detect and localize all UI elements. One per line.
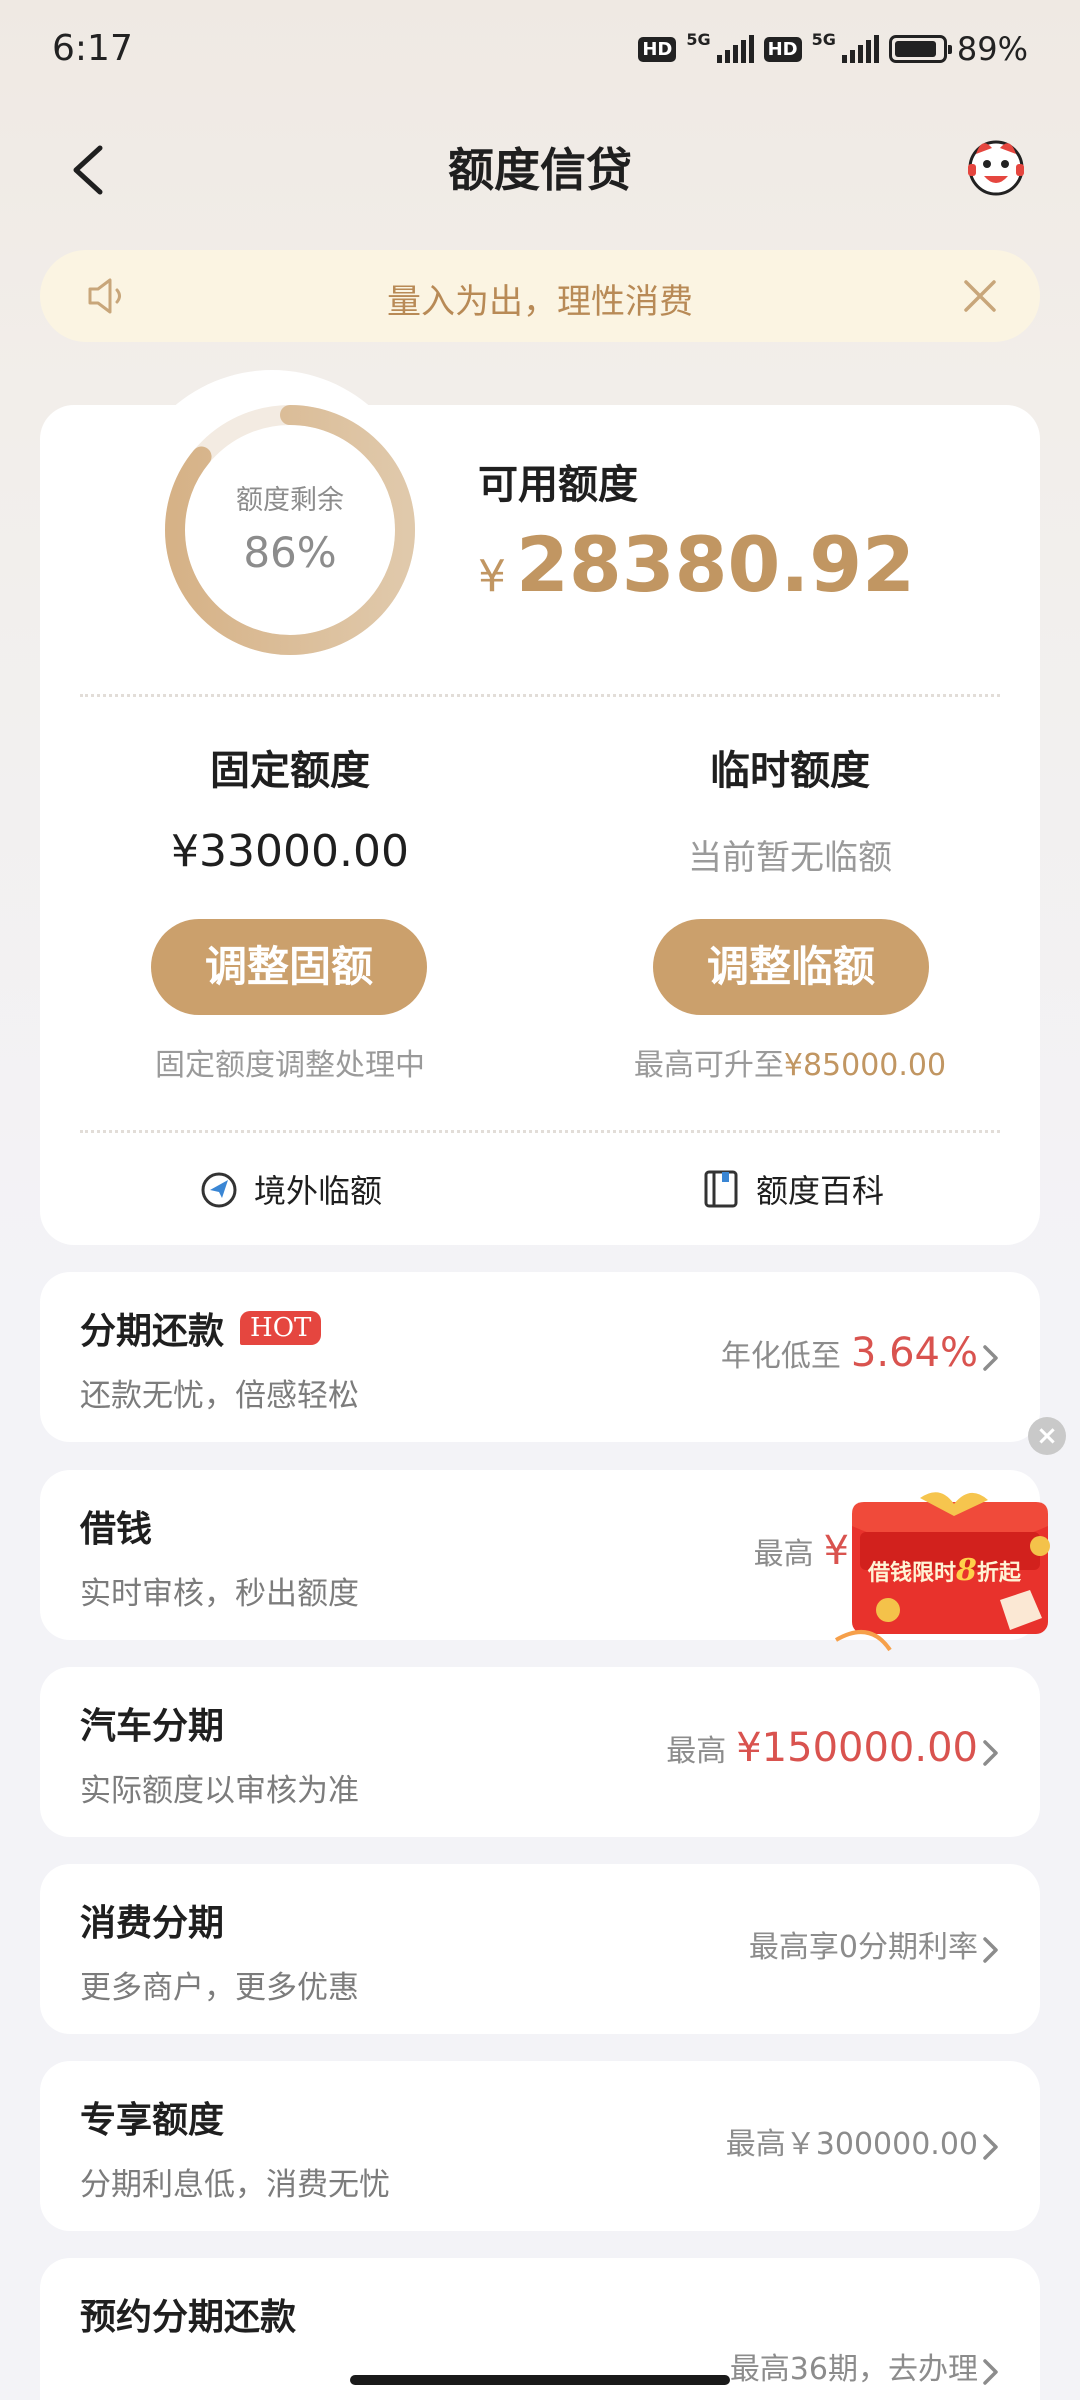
currency-symbol: ¥ — [478, 551, 506, 602]
hd-icon: HD — [638, 36, 677, 62]
status-time: 6:17 — [52, 28, 133, 69]
list-item-consumer-installment[interactable]: 消费分期 更多商户，更多优惠 最高享0分期利率 — [40, 1864, 1040, 2034]
close-icon[interactable] — [958, 274, 1002, 318]
available-credit-amount: ¥ 28380.92 — [478, 520, 915, 609]
divider — [80, 694, 1000, 697]
promo-text-a: 借钱限时 — [868, 1560, 957, 1586]
overseas-credit-link[interactable]: 境外临额 — [198, 1166, 382, 1212]
list-item-subtitle: 更多商户，更多优惠 — [80, 1970, 359, 2006]
detail-prefix: 最高享0分期利率 — [748, 1930, 978, 1965]
list-item-installment-repay[interactable]: 分期还款 HOT 还款无忧，倍感轻松 年化低至 3.64% — [40, 1272, 1040, 1442]
ring-label: 额度剩余 — [236, 485, 344, 516]
plane-globe-icon — [201, 1172, 237, 1208]
list-item-title: 消费分期 — [80, 1903, 225, 1944]
list-item-title: 专享额度 — [80, 2100, 225, 2141]
home-indicator[interactable] — [350, 2375, 730, 2385]
credit-wiki-link[interactable]: 额度百科 — [700, 1166, 884, 1212]
page-title: 额度信贷 — [448, 143, 632, 197]
temp-credit-note: 最高可升至¥85000.00 — [580, 1040, 1000, 1084]
promo-discount: 8 — [956, 1553, 977, 1588]
overseas-credit-label: 境外临额 — [254, 1172, 383, 1210]
chevron-right-icon — [983, 2359, 998, 2385]
temp-note-amount: ¥85000.00 — [783, 1048, 947, 1083]
5g-label: 5G — [686, 29, 711, 49]
list-item-subtitle: 分期利息低，消费无忧 — [80, 2167, 390, 2203]
detail-value: 3.64% — [850, 1330, 978, 1376]
promo-text: 借钱限时8折起 — [868, 1553, 1048, 1588]
chevron-right-icon — [983, 1740, 998, 1766]
status-bar: 6:17 HD 5G HD 5G 89% — [0, 0, 1080, 100]
fixed-credit-note: 固定额度调整处理中 — [155, 1048, 425, 1083]
list-item-car-installment[interactable]: 汽车分期 实际额度以审核为准 最高 ¥150000.00 — [40, 1667, 1040, 1837]
list-item-detail: 最高36期，去办理 — [730, 2344, 978, 2388]
list-item-detail: 年化低至 3.64% — [721, 1330, 978, 1376]
adjust-fixed-button[interactable]: 调整固额 — [151, 919, 427, 1015]
list-item-title: 汽车分期 — [80, 1706, 225, 1747]
ring-percent: 86% — [243, 528, 337, 577]
temp-credit-title: 临时额度 — [710, 748, 870, 794]
available-credit-label: 可用额度 — [478, 462, 638, 508]
detail-prefix: 最高36期，去办理 — [729, 2352, 978, 2387]
promo-close-button[interactable]: × — [1028, 1417, 1066, 1455]
list-item-title: 分期还款 HOT — [80, 1302, 322, 1354]
list-item-subtitle: 还款无忧，倍感轻松 — [80, 1378, 359, 1414]
5g-label: 5G — [811, 29, 836, 49]
list-item-detail: 最高 ¥150000.00 — [666, 1725, 978, 1771]
credit-wiki-label: 额度百科 — [756, 1172, 885, 1210]
battery-percent: 89% — [956, 30, 1028, 68]
signal-icon — [716, 35, 754, 63]
temp-note-prefix: 最高可升至 — [633, 1048, 784, 1083]
temp-credit-status: 当前暂无临额 — [688, 838, 892, 878]
list-item-subtitle: 实时审核，秒出额度 — [80, 1576, 359, 1612]
battery-icon — [888, 35, 952, 63]
list-item-detail: 最高享0分期利率 — [749, 1922, 978, 1966]
fixed-credit-amount: ¥33000.00 — [171, 826, 409, 877]
list-item-subtitle: 实际额度以审核为准 — [80, 1773, 359, 1809]
fixed-credit-title: 固定额度 — [210, 748, 370, 794]
list-item-detail: 最高￥300000.00 — [726, 2119, 978, 2163]
detail-prefix: 最高 — [753, 1537, 814, 1572]
list-item-title-text: 分期还款 — [80, 1311, 225, 1352]
chevron-right-icon — [983, 2134, 998, 2160]
list-item-title: 预约分期还款 — [80, 2297, 297, 2338]
nav-bar: 额度信贷 — [0, 110, 1080, 220]
detail-prefix: 年化低至 — [720, 1339, 841, 1374]
divider — [80, 1130, 1000, 1133]
chevron-right-icon — [983, 1345, 998, 1371]
notice-banner: 量入为出，理性消费 — [40, 250, 1040, 342]
notice-text: 量入为出，理性消费 — [387, 282, 693, 322]
detail-prefix: 最高 — [666, 1734, 727, 1769]
book-icon — [704, 1170, 738, 1208]
adjust-temp-button[interactable]: 调整临额 — [653, 919, 929, 1015]
detail-value: ¥150000.00 — [736, 1725, 978, 1771]
chevron-right-icon — [983, 1937, 998, 1963]
detail-prefix: 最高￥300000.00 — [725, 2127, 978, 2162]
promo-text-b: 折起 — [976, 1560, 1021, 1586]
status-icons: HD 5G HD 5G 89% — [638, 30, 1028, 68]
list-item-exclusive-credit[interactable]: 专享额度 分期利息低，消费无忧 最高￥300000.00 — [40, 2061, 1040, 2231]
list-item-title: 借钱 — [80, 1509, 153, 1550]
hd-icon: HD — [763, 36, 802, 62]
mascot-avatar-icon[interactable] — [962, 132, 1030, 200]
hot-badge: HOT — [240, 1311, 322, 1345]
signal-icon — [841, 35, 879, 63]
available-credit-value: 28380.92 — [516, 520, 916, 609]
